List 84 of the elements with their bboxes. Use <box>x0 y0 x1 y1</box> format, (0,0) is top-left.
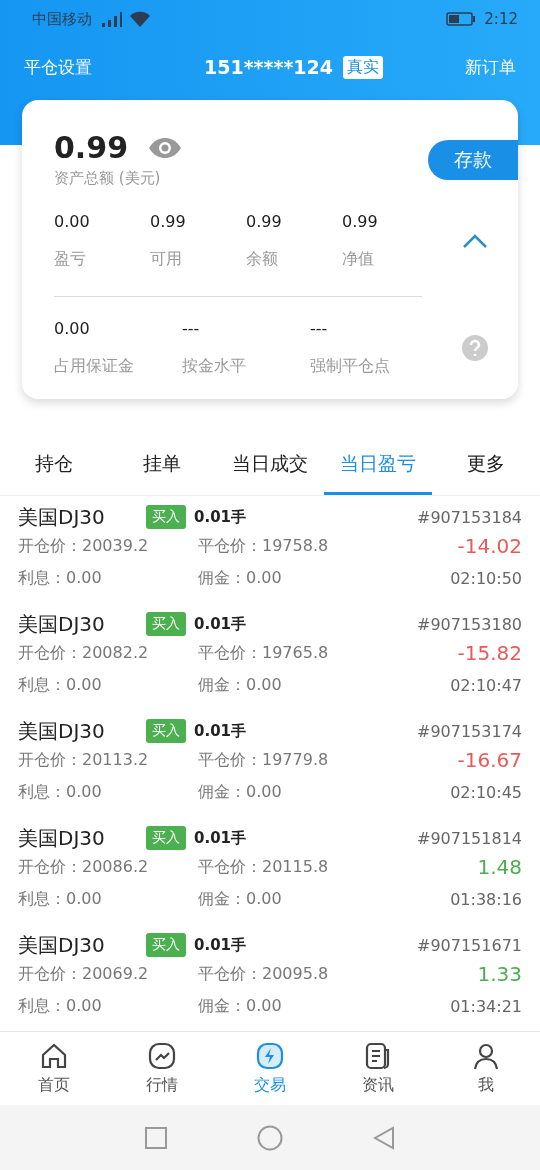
nav-tab[interactable]: 行情 <box>108 1032 216 1105</box>
symbol-name: 美国DJ30 <box>18 824 106 852</box>
close-price: 平仓价：20095.8 <box>198 963 330 985</box>
commission-value: 佣金：0.00 <box>198 888 283 910</box>
close-time: 02:10:50 <box>450 568 522 588</box>
profit-amount: -14.02 <box>457 534 522 558</box>
clock-time: 2:12 <box>484 10 518 28</box>
buy-badge: 买入 <box>146 719 186 743</box>
nav-tab[interactable]: 交易 <box>216 1032 324 1105</box>
buy-badge: 买入 <box>146 612 186 636</box>
commission-value: 佣金：0.00 <box>198 674 283 696</box>
close-price: 平仓价：20115.8 <box>198 856 330 878</box>
carrier-name: 中国移动 <box>32 9 92 29</box>
close-price: 平仓价：19779.8 <box>198 749 330 771</box>
stat-value: --- <box>182 319 200 338</box>
open-price: 开仓价：20086.2 <box>18 856 150 878</box>
balance-amount: 0.99 <box>54 130 129 165</box>
close-time: 02:10:47 <box>450 675 522 695</box>
close-time: 01:34:21 <box>450 996 522 1016</box>
interest-value: 利息：0.00 <box>18 781 103 803</box>
order-ticket: #907153174 <box>416 721 522 741</box>
open-price: 开仓价：20069.2 <box>18 963 150 985</box>
stat-label: 强制平仓点 <box>310 356 390 377</box>
trade-row[interactable]: 美国DJ30 买入 0.01手 #907153184 开仓价：20039.2 平仓价：19758.8 -14.02 利息：0.00 佣金：0.00 02:10:50 <box>0 496 540 603</box>
nav-tab[interactable]: 首页 <box>0 1032 108 1105</box>
profit-amount: -15.82 <box>457 641 522 665</box>
nav-tab[interactable]: 我 <box>432 1032 540 1105</box>
balance-label: 资产总额 (美元) <box>54 169 162 188</box>
buy-badge: 买入 <box>146 826 186 850</box>
tab[interactable]: 持仓 <box>0 451 108 495</box>
close-time: 02:10:45 <box>450 782 522 802</box>
trade-row[interactable]: 美国DJ30 买入 0.01手 #907151814 开仓价：20086.2 平仓价：20115.8 1.48 利息：0.00 佣金：0.00 01:38:16 <box>0 817 540 924</box>
stat-label: 占用保证金 <box>54 356 134 377</box>
order-ticket: #907151814 <box>416 828 522 848</box>
close-price: 平仓价：19758.8 <box>198 535 330 557</box>
trade-row[interactable]: 美国DJ30 买入 0.01手 #907151671 开仓价：20069.2 平仓价：20095.8 1.33 利息：0.00 佣金：0.00 01:34:21 <box>0 924 540 1031</box>
lot-size: 0.01手 <box>194 828 246 848</box>
stat-value: 0.99 <box>150 212 186 231</box>
symbol-name: 美国DJ30 <box>18 717 106 745</box>
account-number: 151*****124 <box>204 56 333 78</box>
stat-value: 0.99 <box>342 212 378 231</box>
trade-row[interactable]: 美国DJ30 买入 0.01手 #907153174 开仓价：20113.2 平仓价：19779.8 -16.67 利息：0.00 佣金：0.00 02:10:45 <box>0 710 540 817</box>
tab[interactable]: 挂单 <box>108 451 216 495</box>
open-price: 开仓价：20082.2 <box>18 642 150 664</box>
stat-label: 可用 <box>150 249 182 270</box>
interest-value: 利息：0.00 <box>18 674 103 696</box>
buy-badge: 买入 <box>146 505 186 529</box>
close-price: 平仓价：19765.8 <box>198 642 330 664</box>
interest-value: 利息：0.00 <box>18 995 103 1017</box>
stat-value: --- <box>310 319 328 338</box>
tab[interactable]: 当日成交 <box>216 451 324 495</box>
interest-value: 利息：0.00 <box>18 888 103 910</box>
open-price: 开仓价：20039.2 <box>18 535 150 557</box>
commission-value: 佣金：0.00 <box>198 995 283 1017</box>
order-ticket: #907153180 <box>416 614 522 634</box>
stat-value: 0.00 <box>54 319 90 338</box>
order-ticket: #907151671 <box>416 935 522 955</box>
open-price: 开仓价：20113.2 <box>18 749 150 771</box>
stat-value: 0.99 <box>246 212 282 231</box>
lot-size: 0.01手 <box>194 614 246 634</box>
order-ticket: #907153184 <box>416 507 522 527</box>
lot-size: 0.01手 <box>194 507 246 527</box>
lot-size: 0.01手 <box>194 935 246 955</box>
trade-row[interactable]: 美国DJ30 买入 0.01手 #907153180 开仓价：20082.2 平仓价：19765.8 -15.82 利息：0.00 佣金：0.00 02:10:47 <box>0 603 540 710</box>
commission-value: 佣金：0.00 <box>198 567 283 589</box>
interest-value: 利息：0.00 <box>18 567 103 589</box>
tab[interactable]: 更多 <box>432 451 540 495</box>
stat-value: 0.00 <box>54 212 90 231</box>
close-time: 01:38:16 <box>450 889 522 909</box>
profit-amount: 1.33 <box>477 962 522 986</box>
symbol-name: 美国DJ30 <box>18 610 106 638</box>
profit-amount: 1.48 <box>477 855 522 879</box>
commission-value: 佣金：0.00 <box>198 781 283 803</box>
stat-label: 盈亏 <box>54 249 86 270</box>
buy-badge: 买入 <box>146 933 186 957</box>
stat-label: 净值 <box>342 249 374 270</box>
nav-tab[interactable]: 资讯 <box>324 1032 432 1105</box>
symbol-name: 美国DJ30 <box>18 503 106 531</box>
profit-amount: -16.67 <box>457 748 522 772</box>
stat-label: 余额 <box>246 249 278 270</box>
account-type-badge: 真实 <box>343 55 383 79</box>
stat-label: 按金水平 <box>182 356 246 377</box>
lot-size: 0.01手 <box>194 721 246 741</box>
symbol-name: 美国DJ30 <box>18 931 106 959</box>
